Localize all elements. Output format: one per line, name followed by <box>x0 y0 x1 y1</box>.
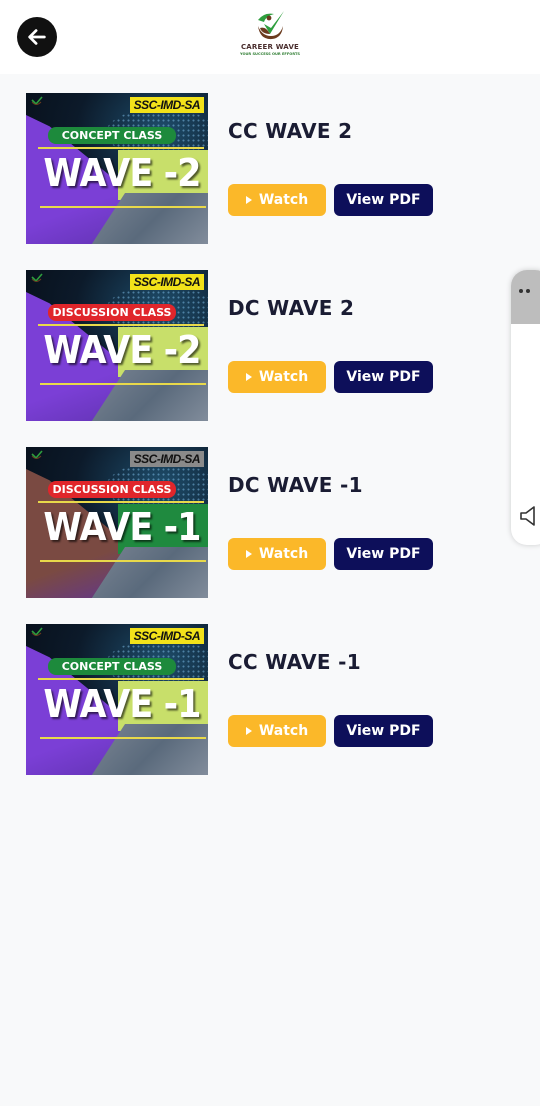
watch-button[interactable]: Watch <box>228 715 326 747</box>
arrow-left-icon <box>28 29 46 45</box>
view-pdf-label: View PDF <box>346 723 421 739</box>
divider-line <box>38 147 204 149</box>
logo-tagline: YOUR SUCCESS OUR EFFORTS <box>239 52 301 56</box>
class-thumbnail[interactable]: SSC-IMD-SA DISCUSSION CLASS WAVE -1 <box>26 447 208 598</box>
watch-button[interactable]: Watch <box>228 361 326 393</box>
logo-title: CAREER WAVE <box>240 43 300 51</box>
mini-logo-icon <box>31 450 43 460</box>
view-pdf-button[interactable]: View PDF <box>334 361 433 393</box>
play-icon <box>245 550 252 558</box>
exam-tag: SSC-IMD-SA <box>129 628 204 644</box>
view-pdf-button[interactable]: View PDF <box>334 538 433 570</box>
edge-panel[interactable] <box>511 270 540 545</box>
class-thumbnail[interactable]: SSC-IMD-SA CONCEPT CLASS WAVE -1 <box>26 624 208 775</box>
watch-button[interactable]: Watch <box>228 184 326 216</box>
view-pdf-label: View PDF <box>346 546 421 562</box>
logo-emblem-icon <box>258 11 284 40</box>
mini-logo-icon <box>31 273 43 283</box>
class-thumbnail[interactable]: SSC-IMD-SA DISCUSSION CLASS WAVE -2 <box>26 270 208 421</box>
class-title: DC WAVE 2 <box>228 296 355 320</box>
watch-label: Watch <box>258 723 309 739</box>
class-type-pill: CONCEPT CLASS <box>48 127 176 144</box>
view-pdf-label: View PDF <box>346 369 421 385</box>
play-icon <box>245 196 252 204</box>
watch-label: Watch <box>258 546 309 562</box>
class-item: SSC-IMD-SA CONCEPT CLASS WAVE -2 CC WAVE… <box>26 93 506 270</box>
play-icon <box>245 727 252 735</box>
watch-label: Watch <box>258 192 309 208</box>
exam-tag: SSC-IMD-SA <box>129 451 204 467</box>
divider-line <box>40 737 206 739</box>
exam-tag: SSC-IMD-SA <box>129 97 204 113</box>
class-type-pill: DISCUSSION CLASS <box>48 481 176 498</box>
class-title: CC WAVE -1 <box>228 650 361 674</box>
wave-label: WAVE -2 <box>43 328 201 372</box>
class-type-pill: DISCUSSION CLASS <box>48 304 176 321</box>
class-title: DC WAVE -1 <box>228 473 363 497</box>
class-title: CC WAVE 2 <box>228 119 353 143</box>
class-item: SSC-IMD-SA CONCEPT CLASS WAVE -1 CC WAVE… <box>26 624 506 801</box>
divider-line <box>38 324 204 326</box>
back-button[interactable] <box>17 17 57 57</box>
watch-button[interactable]: Watch <box>228 538 326 570</box>
edge-panel-handle[interactable] <box>511 270 540 324</box>
view-pdf-button[interactable]: View PDF <box>334 715 433 747</box>
app-header: CAREER WAVE YOUR SUCCESS OUR EFFORTS <box>0 0 540 74</box>
play-icon <box>245 373 252 381</box>
wave-label: WAVE -1 <box>43 505 201 549</box>
divider-line <box>40 206 206 208</box>
exam-tag: SSC-IMD-SA <box>129 274 204 290</box>
class-type-pill: CONCEPT CLASS <box>48 658 176 675</box>
view-pdf-button[interactable]: View PDF <box>334 184 433 216</box>
class-item: SSC-IMD-SA DISCUSSION CLASS WAVE -1 DC W… <box>26 447 506 624</box>
watch-label: Watch <box>258 369 309 385</box>
mini-logo-icon <box>31 627 43 637</box>
volume-button[interactable] <box>519 504 539 533</box>
mini-logo-icon <box>31 96 43 106</box>
volume-icon <box>520 506 535 526</box>
divider-line <box>38 678 204 680</box>
class-list: SSC-IMD-SA CONCEPT CLASS WAVE -2 CC WAVE… <box>26 93 506 801</box>
divider-line <box>40 560 206 562</box>
class-item: SSC-IMD-SA DISCUSSION CLASS WAVE -2 DC W… <box>26 270 506 447</box>
wave-label: WAVE -2 <box>43 151 201 195</box>
drag-handle-icon <box>519 289 523 293</box>
divider-line <box>40 383 206 385</box>
divider-line <box>38 501 204 503</box>
wave-label: WAVE -1 <box>43 682 201 726</box>
view-pdf-label: View PDF <box>346 192 421 208</box>
drag-handle-icon <box>526 289 530 293</box>
career-wave-logo: CAREER WAVE YOUR SUCCESS OUR EFFORTS <box>232 8 308 62</box>
class-thumbnail[interactable]: SSC-IMD-SA CONCEPT CLASS WAVE -2 <box>26 93 208 244</box>
